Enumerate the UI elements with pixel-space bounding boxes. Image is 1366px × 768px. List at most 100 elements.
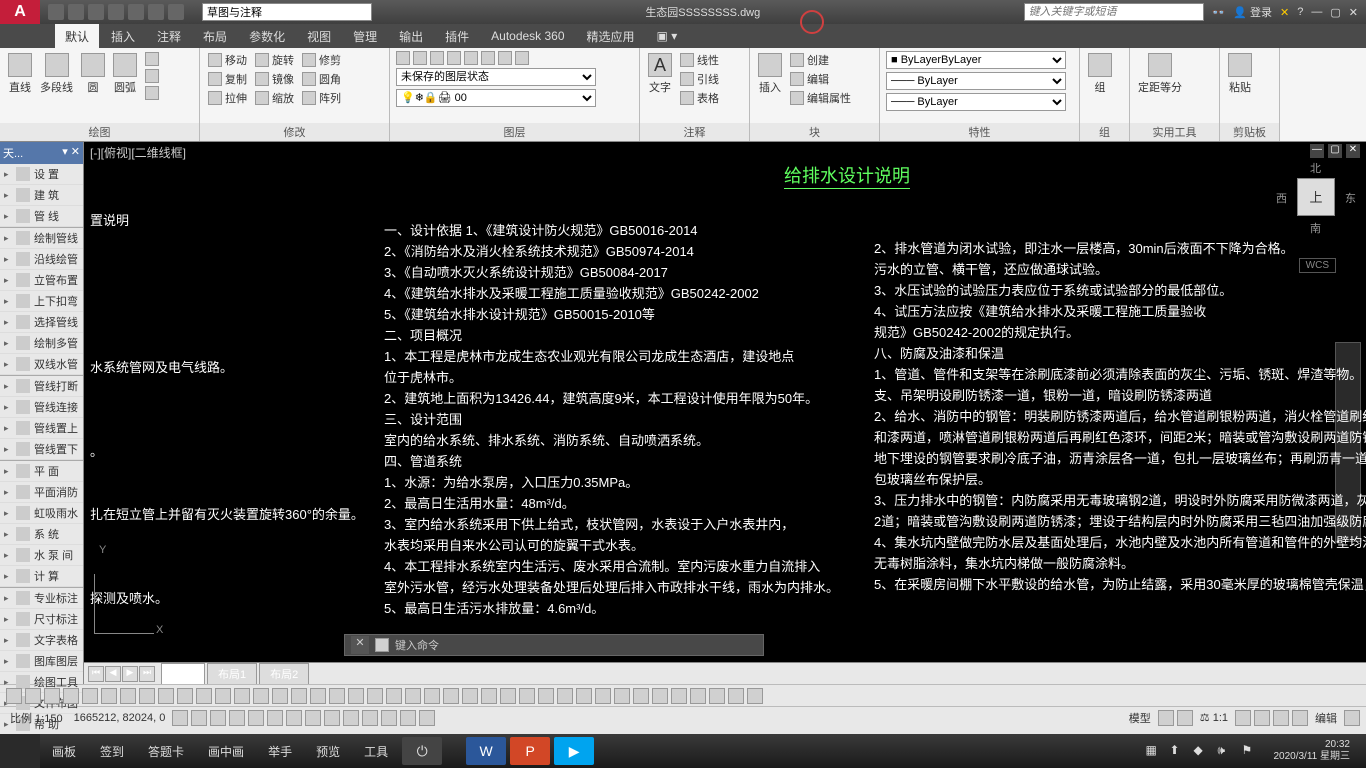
toolbar-icon[interactable] [120, 688, 136, 704]
sb-menu-icon[interactable] [1344, 710, 1360, 726]
toolbar-icon[interactable] [576, 688, 592, 704]
tab-output[interactable]: 输出 [389, 24, 433, 49]
app-logo[interactable]: A [0, 0, 40, 24]
toolbar-icon[interactable] [215, 688, 231, 704]
toolbar-icon[interactable] [367, 688, 383, 704]
tab-insert[interactable]: 插入 [101, 24, 145, 49]
move-button[interactable]: 移动 [206, 51, 249, 69]
start-button[interactable] [0, 734, 40, 768]
toolbar-icon[interactable] [557, 688, 573, 704]
palette-item[interactable]: ▸绘制多管 [0, 333, 83, 354]
polyline-button[interactable]: 多段线 [38, 51, 75, 97]
qat-redo-icon[interactable] [168, 4, 184, 20]
scale-label[interactable]: 比例 1:150 [6, 710, 67, 726]
taskbar-item[interactable]: 预览 [304, 737, 352, 765]
clock[interactable]: 20:32 2020/3/11 星期三 [1265, 739, 1358, 763]
toolbar-icon[interactable] [386, 688, 402, 704]
cmd-close-icon[interactable]: ✕ [351, 636, 369, 654]
annoscale-button[interactable]: ⚖ 1:1 [1196, 711, 1232, 724]
taskbar-item[interactable]: 答题卡 [136, 737, 196, 765]
status-toggle-icon[interactable] [362, 710, 378, 726]
rotate-button[interactable]: 旋转 [253, 51, 296, 69]
tab-expand[interactable]: ▣ ▾ [647, 25, 688, 47]
status-toggle-icon[interactable] [267, 710, 283, 726]
array-button[interactable]: 阵列 [300, 89, 343, 107]
tab-model[interactable]: 模型 [161, 663, 205, 685]
command-line[interactable]: ✕ 键入命令 [344, 634, 764, 656]
qat-save-icon[interactable] [88, 4, 104, 20]
linear-button[interactable]: 线性 [678, 51, 721, 69]
toolbar-icon[interactable] [614, 688, 630, 704]
view-close-icon[interactable]: ✕ [1346, 144, 1360, 158]
status-toggle-icon[interactable] [191, 710, 207, 726]
model-space-button[interactable]: 模型 [1125, 710, 1155, 726]
toolbar-icon[interactable] [709, 688, 725, 704]
toolbar-icon[interactable] [196, 688, 212, 704]
sb-snap-icon[interactable] [1177, 710, 1193, 726]
qat-new-icon[interactable] [48, 4, 64, 20]
workspace-select[interactable] [202, 3, 372, 21]
search-input[interactable] [1024, 3, 1204, 21]
stretch-button[interactable]: 拉伸 [206, 89, 249, 107]
palette-item[interactable]: ▸文字表格 [0, 630, 83, 651]
tab-first-icon[interactable]: ⏮ [88, 666, 104, 682]
layer-state-select[interactable]: 未保存的图层状态 [396, 68, 596, 86]
toolbar-icon[interactable] [405, 688, 421, 704]
lineweight-select[interactable]: ─── ByLayer [886, 93, 1066, 111]
toolbar-icon[interactable] [690, 688, 706, 704]
qat-print-icon[interactable] [128, 4, 144, 20]
text-button[interactable]: A文字 [646, 51, 674, 97]
tab-autodesk360[interactable]: Autodesk 360 [481, 25, 574, 47]
qat-open-icon[interactable] [68, 4, 84, 20]
tray-icon-2[interactable]: ⬆ [1169, 743, 1185, 759]
palette-header[interactable]: 天...▾ ✕ [0, 142, 83, 164]
cmd-config-icon[interactable] [375, 638, 389, 652]
toolbar-icon[interactable] [310, 688, 326, 704]
palette-item[interactable]: ▸平面消防 [0, 482, 83, 503]
tab-next-icon[interactable]: ▶ [122, 666, 138, 682]
toolbar-icon[interactable] [728, 688, 744, 704]
view-min-icon[interactable]: — [1310, 144, 1324, 158]
palette-item[interactable]: ▸平 面 [0, 461, 83, 482]
toolbar-icon[interactable] [44, 688, 60, 704]
toolbar-icon[interactable] [519, 688, 535, 704]
line-button[interactable]: 直线 [6, 51, 34, 97]
palette-item[interactable]: ▸沿线绘管 [0, 249, 83, 270]
paste-button[interactable]: 粘贴 [1226, 51, 1254, 97]
status-toggle-icon[interactable] [419, 710, 435, 726]
palette-item[interactable]: ▸系 统 [0, 524, 83, 545]
editattr-button[interactable]: 编辑属性 [788, 89, 853, 107]
toolbar-icon[interactable] [443, 688, 459, 704]
tab-layout2[interactable]: 布局2 [259, 663, 309, 685]
toolbar-icon[interactable] [424, 688, 440, 704]
minimize-icon[interactable]: — [1311, 6, 1322, 18]
trim-button[interactable]: 修剪 [300, 51, 343, 69]
sb-a2-icon[interactable] [1254, 710, 1270, 726]
tray-icon-3[interactable]: ◆ [1193, 743, 1209, 759]
toolbar-icon[interactable] [500, 688, 516, 704]
tab-plugins[interactable]: 插件 [435, 24, 479, 49]
taskbar-item[interactable]: 工具 [352, 737, 400, 765]
taskbar-item[interactable]: 签到 [88, 737, 136, 765]
arc-button[interactable]: 圆弧 [111, 51, 139, 97]
palette-item[interactable]: ▸绘制管线 [0, 228, 83, 249]
taskbar-app-media[interactable]: ▶ [554, 737, 594, 765]
toolbar-icon[interactable] [234, 688, 250, 704]
linetype-select[interactable]: ─── ByLayer [886, 72, 1066, 90]
sb-a4-icon[interactable] [1292, 710, 1308, 726]
taskbar-app-word[interactable]: W [466, 737, 506, 765]
toolbar-icon[interactable] [82, 688, 98, 704]
tab-layout[interactable]: 布局 [193, 24, 237, 49]
toolbar-icon[interactable] [177, 688, 193, 704]
palette-item[interactable]: ▸尺寸标注 [0, 609, 83, 630]
tray-icon-4[interactable]: 🕪 [1217, 743, 1233, 759]
table-button[interactable]: 表格 [678, 89, 721, 107]
create-button[interactable]: 创建 [788, 51, 853, 69]
measure-button[interactable]: 定距等分 [1136, 51, 1184, 97]
tab-view[interactable]: 视图 [297, 24, 341, 49]
palette-item[interactable]: ▸管线连接 [0, 397, 83, 418]
login-button[interactable]: 👤 登录 [1233, 4, 1272, 20]
tab-manage[interactable]: 管理 [343, 24, 387, 49]
toolbar-icon[interactable] [671, 688, 687, 704]
toolbar-icon[interactable] [139, 688, 155, 704]
